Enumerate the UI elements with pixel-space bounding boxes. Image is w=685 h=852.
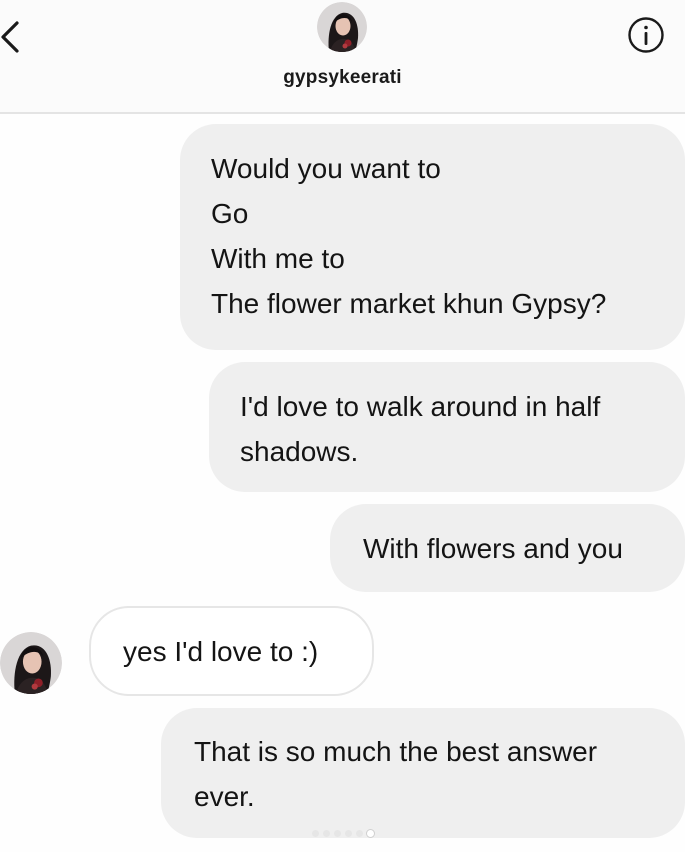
page-dot-active [367, 829, 374, 837]
page-dot [312, 829, 319, 837]
message-text: With me to [211, 243, 345, 274]
message-text: With flowers and you [363, 533, 623, 564]
message-bubble-outgoing[interactable]: That is so much the best answer ever. [161, 708, 685, 838]
message-bubble-outgoing[interactable]: With flowers and you [330, 504, 685, 592]
message-text: I'd love to walk around in half [240, 391, 601, 422]
message-text: Would you want to [211, 153, 441, 184]
page-dot [345, 829, 352, 837]
avatar[interactable] [317, 2, 367, 52]
back-button[interactable] [0, 20, 30, 54]
info-button[interactable] [627, 16, 665, 54]
chevron-left-icon [1, 21, 19, 53]
message-text: Go [211, 198, 249, 229]
info-icon [628, 17, 664, 53]
profile-photo-icon [0, 632, 62, 694]
page-dot [323, 829, 330, 837]
message-text: That is so much the best answer [194, 736, 598, 767]
profile-photo-icon [317, 2, 367, 52]
sender-avatar[interactable] [0, 632, 62, 694]
page-dot [356, 829, 363, 837]
message-text: The flower market khun Gypsy? [211, 288, 607, 319]
page-indicator [312, 829, 382, 837]
message-bubble-incoming[interactable]: yes I'd love to :) [89, 606, 374, 696]
message-bubble-outgoing[interactable]: Would you want to Go With me to The flow… [180, 124, 685, 350]
message-text: ever. [194, 781, 255, 812]
chat-username[interactable]: gypsykeerati [0, 67, 685, 89]
message-text: shadows. [240, 436, 359, 467]
chat-header: gypsykeerati [0, 0, 685, 114]
page-dot [334, 829, 341, 837]
message-text: yes I'd love to :) [123, 636, 319, 667]
message-bubble-outgoing[interactable]: I'd love to walk around in half shadows. [209, 362, 685, 492]
